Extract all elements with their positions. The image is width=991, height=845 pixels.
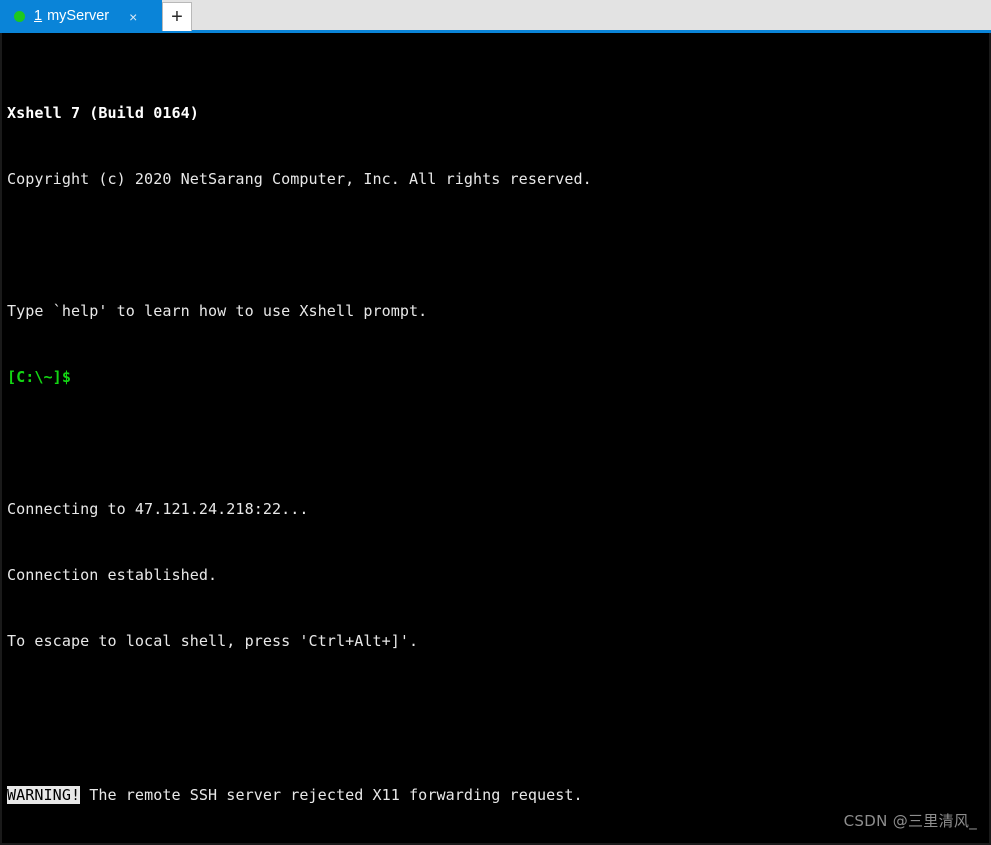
xshell-window: 1 myServer × + Xshell 7 (Build 0164) Cop… — [0, 0, 991, 845]
terminal-prompt-local: [C:\~]$ — [7, 368, 71, 386]
connection-status-dot — [14, 11, 25, 22]
terminal-line: Connecting to 47.121.24.218:22... — [7, 500, 309, 518]
terminal-panel[interactable]: Xshell 7 (Build 0164) Copyright (c) 2020… — [0, 33, 991, 845]
new-tab-button[interactable]: + — [162, 2, 192, 31]
tab-index-label: 1 — [34, 8, 43, 25]
terminal-line: To escape to local shell, press 'Ctrl+Al… — [7, 632, 419, 650]
tab-title-label: myServer — [47, 8, 110, 25]
close-icon[interactable]: × — [125, 8, 141, 26]
terminal-line: Xshell 7 (Build 0164) — [7, 104, 199, 122]
terminal-warning-line: WARNING! The remote SSH server rejected … — [7, 784, 989, 806]
terminal-line: Type `help' to learn how to use Xshell p… — [7, 302, 428, 320]
terminal-output[interactable]: Xshell 7 (Build 0164) Copyright (c) 2020… — [7, 36, 989, 843]
tab-bar: 1 myServer × + — [0, 0, 991, 33]
tab-bar-filler — [192, 0, 991, 33]
terminal-line: Copyright (c) 2020 NetSarang Computer, I… — [7, 170, 592, 188]
warning-badge: WARNING! — [7, 786, 81, 804]
warning-message: The remote SSH server rejected X11 forwa… — [80, 786, 583, 804]
terminal-line: Connection established. — [7, 566, 218, 584]
terminal-tab-myserver[interactable]: 1 myServer × — [0, 0, 162, 33]
